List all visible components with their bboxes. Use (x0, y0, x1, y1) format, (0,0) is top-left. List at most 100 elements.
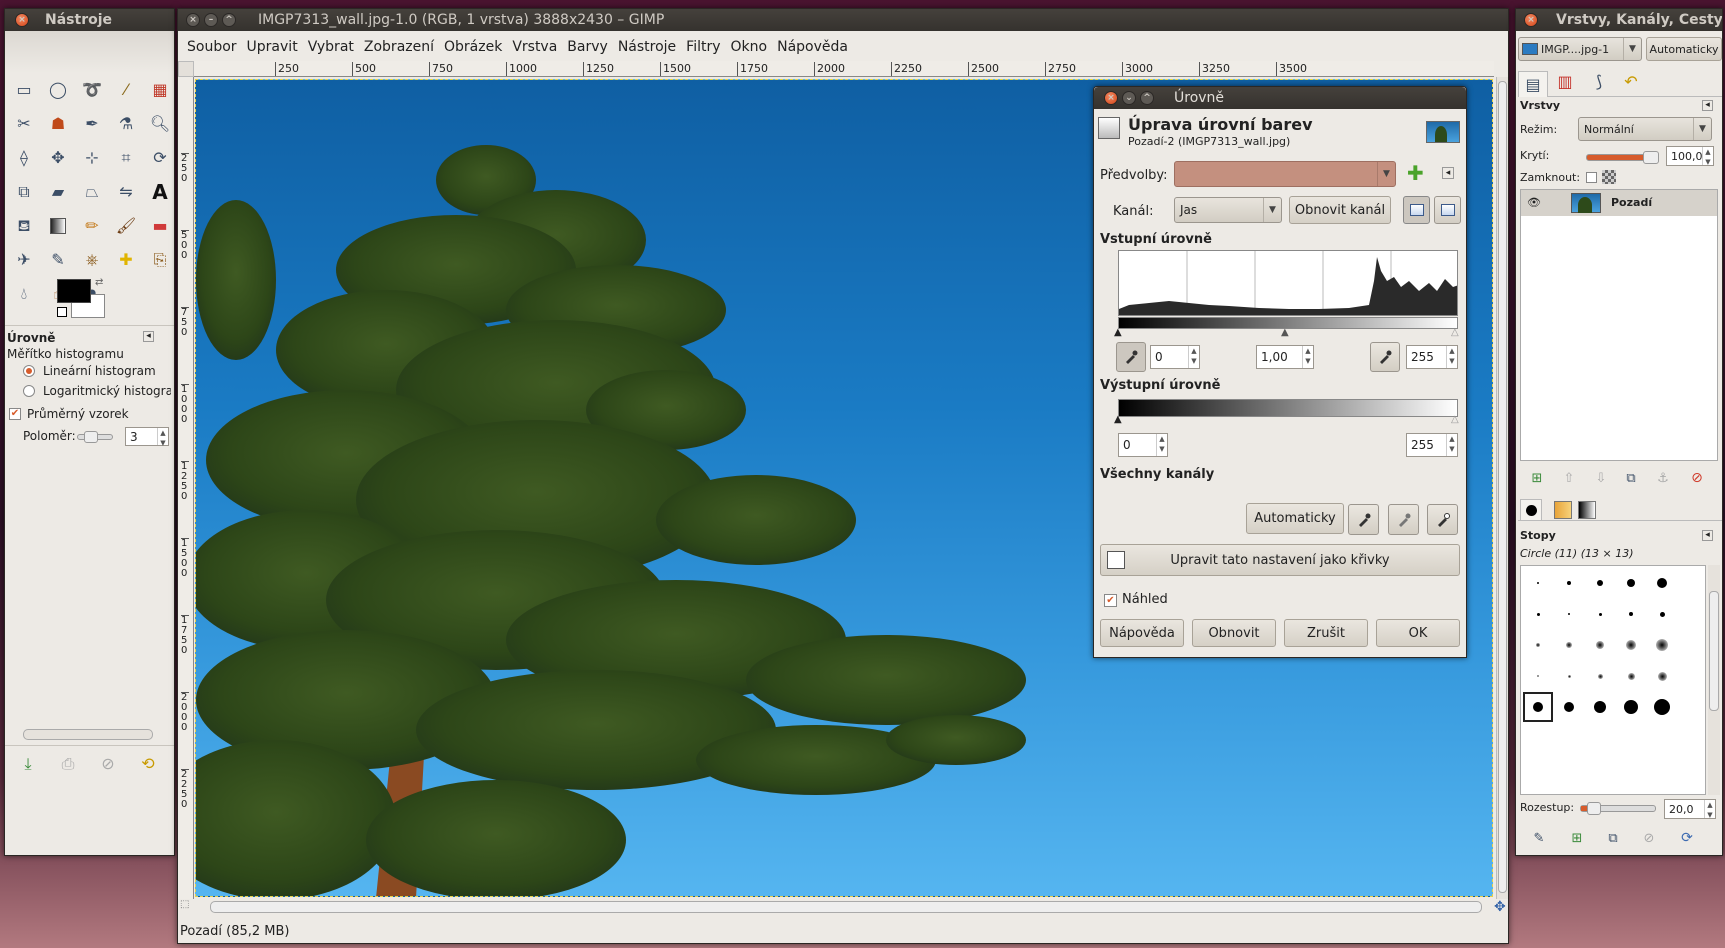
perspective-clone-icon[interactable]: ⎘ (149, 249, 171, 271)
duplicate-brush-icon[interactable]: ⧉ (1602, 827, 1624, 849)
input-gamma-slider[interactable]: ▲ (1281, 327, 1289, 338)
ink-icon[interactable]: ✎ (47, 249, 69, 271)
canvas-vscroll[interactable] (1496, 77, 1508, 899)
menu-item-2[interactable]: Vybrat (303, 37, 359, 59)
eraser-icon[interactable]: ▬ (149, 215, 171, 237)
close-icon[interactable]: × (1524, 13, 1538, 27)
brush-cell[interactable] (1647, 630, 1677, 660)
minimize-icon[interactable]: – (204, 13, 218, 27)
brush-cell[interactable] (1585, 661, 1615, 691)
brush-cell[interactable] (1616, 599, 1646, 629)
duplicate-layer-icon[interactable]: ⧉ (1620, 467, 1642, 489)
input-black-slider[interactable]: ▲ (1114, 327, 1122, 338)
shear-icon[interactable]: ▰ (47, 181, 69, 203)
ok-button[interactable]: OK (1376, 619, 1460, 647)
menu-item-1[interactable]: Upravit (242, 37, 303, 59)
output-low-spin[interactable]: 0 ▲ ▼ (1118, 433, 1168, 457)
close-icon[interactable]: × (15, 13, 29, 27)
channel-combo[interactable]: Jas ▼ (1174, 197, 1282, 223)
log-histogram-label[interactable]: Logaritmický histogram (43, 384, 171, 398)
brush-cell[interactable] (1585, 692, 1615, 722)
ruler-corner[interactable] (178, 61, 194, 77)
output-high-spin[interactable]: 255 ▲ ▼ (1406, 433, 1458, 457)
eye-icon[interactable]: 👁︎ (1527, 196, 1541, 209)
edit-brush-icon[interactable]: ✎ (1528, 827, 1550, 849)
brush-cell[interactable] (1616, 661, 1646, 691)
layers-titlebar[interactable]: × Vrstvy, Kanály, Cesty (1516, 9, 1722, 31)
linear-histogram-label[interactable]: Lineární histogram (43, 364, 156, 378)
reset-options-icon[interactable]: ⟲ (137, 753, 159, 775)
brushes-menu-icon[interactable]: ◂ (1702, 530, 1713, 541)
paintbrush-icon[interactable]: 🖌︎ (115, 215, 137, 237)
brush-cell[interactable] (1554, 661, 1584, 691)
brush-cell[interactable] (1616, 630, 1646, 660)
brush-cell[interactable] (1523, 599, 1553, 629)
delete-options-icon[interactable]: ⊘ (97, 753, 119, 775)
tab-layers[interactable]: ▤ (1518, 71, 1548, 97)
sample-average-checkbox[interactable]: ✔ (9, 408, 21, 420)
toolbox-titlebar[interactable]: × Nástroje (5, 9, 174, 31)
mode-combo[interactable]: Normální ▼ (1578, 117, 1712, 141)
tab-gradients[interactable] (1578, 501, 1596, 519)
auto-gray-picker[interactable] (1388, 504, 1419, 535)
brush-cell[interactable] (1554, 599, 1584, 629)
help-button[interactable]: Nápověda (1100, 619, 1184, 647)
lock-pixels-checkbox[interactable] (1586, 172, 1597, 183)
pencil-icon[interactable]: ✏ (81, 215, 103, 237)
close-icon[interactable]: × (186, 13, 200, 27)
perspective-icon[interactable]: ⏢ (81, 181, 103, 203)
color-picker-icon[interactable]: ⚗ (115, 113, 137, 135)
opacity-spin[interactable]: 100,0 ▲ ▼ (1666, 146, 1714, 166)
menu-item-8[interactable]: Filtry (681, 37, 725, 59)
brush-cell[interactable] (1585, 599, 1615, 629)
input-histogram[interactable] (1118, 250, 1458, 316)
tab-brushes[interactable] (1520, 499, 1542, 521)
preview-label[interactable]: Náhled (1122, 592, 1168, 607)
menu-item-4[interactable]: Obrázek (439, 37, 507, 59)
menu-item-6[interactable]: Barvy (562, 37, 613, 59)
linear-histogram-toggle[interactable] (1403, 196, 1430, 224)
fuzzy-select-icon[interactable]: ⁄ (115, 79, 137, 101)
foreground-select-icon[interactable]: ☗ (47, 113, 69, 135)
brush-cell[interactable] (1647, 661, 1677, 691)
airbrush-icon[interactable]: ✈ (13, 249, 35, 271)
output-black-slider[interactable]: ▲ (1114, 414, 1122, 425)
toolbox-hscroll[interactable] (23, 729, 153, 740)
layer-row[interactable]: 👁︎ Pozadí (1521, 190, 1717, 216)
input-white-slider[interactable]: △ (1451, 327, 1459, 338)
reset-channel-button[interactable]: Obnovit kanál (1289, 196, 1391, 224)
sample-average-label[interactable]: Průměrný vzorek (27, 407, 129, 421)
auto-black-picker[interactable] (1348, 504, 1379, 535)
quick-mask-icon[interactable]: ⬚ (180, 899, 189, 910)
white-point-picker[interactable] (1370, 342, 1400, 372)
rect-select-icon[interactable]: ▭ (13, 79, 35, 101)
brush-cell[interactable] (1647, 692, 1677, 722)
move-icon[interactable]: ✥ (47, 147, 69, 169)
blend-icon[interactable] (47, 215, 69, 237)
image-select-combo[interactable]: IMGP....jpg-1 ▼ (1518, 37, 1642, 61)
spacing-spin[interactable]: 20,0 ▲ ▼ (1664, 799, 1716, 819)
log-radio[interactable] (23, 385, 35, 397)
input-low-spin[interactable]: 0 ▲ ▼ (1150, 345, 1200, 369)
align-icon[interactable]: ⊹ (81, 147, 103, 169)
brush-cell[interactable] (1523, 630, 1553, 660)
log-histogram-toggle[interactable] (1434, 196, 1461, 224)
brush-cell[interactable] (1554, 630, 1584, 660)
foreground-color-swatch[interactable] (57, 279, 91, 303)
horizontal-ruler[interactable]: 250 500 750 1000 1250 1500 1750 2000 2250 2500 275… (194, 61, 1494, 77)
zoom-icon[interactable]: 🔍︎ (149, 113, 171, 135)
auto-image-button[interactable]: Automaticky (1646, 37, 1722, 61)
menu-item-9[interactable]: Okno (726, 37, 773, 59)
vertical-ruler[interactable]: 2 5 0 5 0 0 7 5 0 1 0 0 0 1 2 5 0 1 5 0 0 1 7 … (178, 77, 194, 899)
brush-cell[interactable] (1523, 568, 1553, 598)
save-options-icon[interactable]: ⤓ (17, 753, 39, 775)
paths-icon[interactable]: ✒ (81, 113, 103, 135)
maximize-icon[interactable]: ^ (222, 13, 236, 27)
menu-item-5[interactable]: Vrstva (507, 37, 562, 59)
cancel-button[interactable]: Zrušit (1284, 619, 1368, 647)
minimize-icon[interactable]: ⌄ (1122, 91, 1136, 105)
opacity-slider[interactable] (1586, 151, 1659, 164)
auto-white-picker[interactable] (1427, 504, 1458, 535)
menu-item-3[interactable]: Zobrazení (359, 37, 439, 59)
rotate-icon[interactable]: ⟳ (149, 147, 171, 169)
